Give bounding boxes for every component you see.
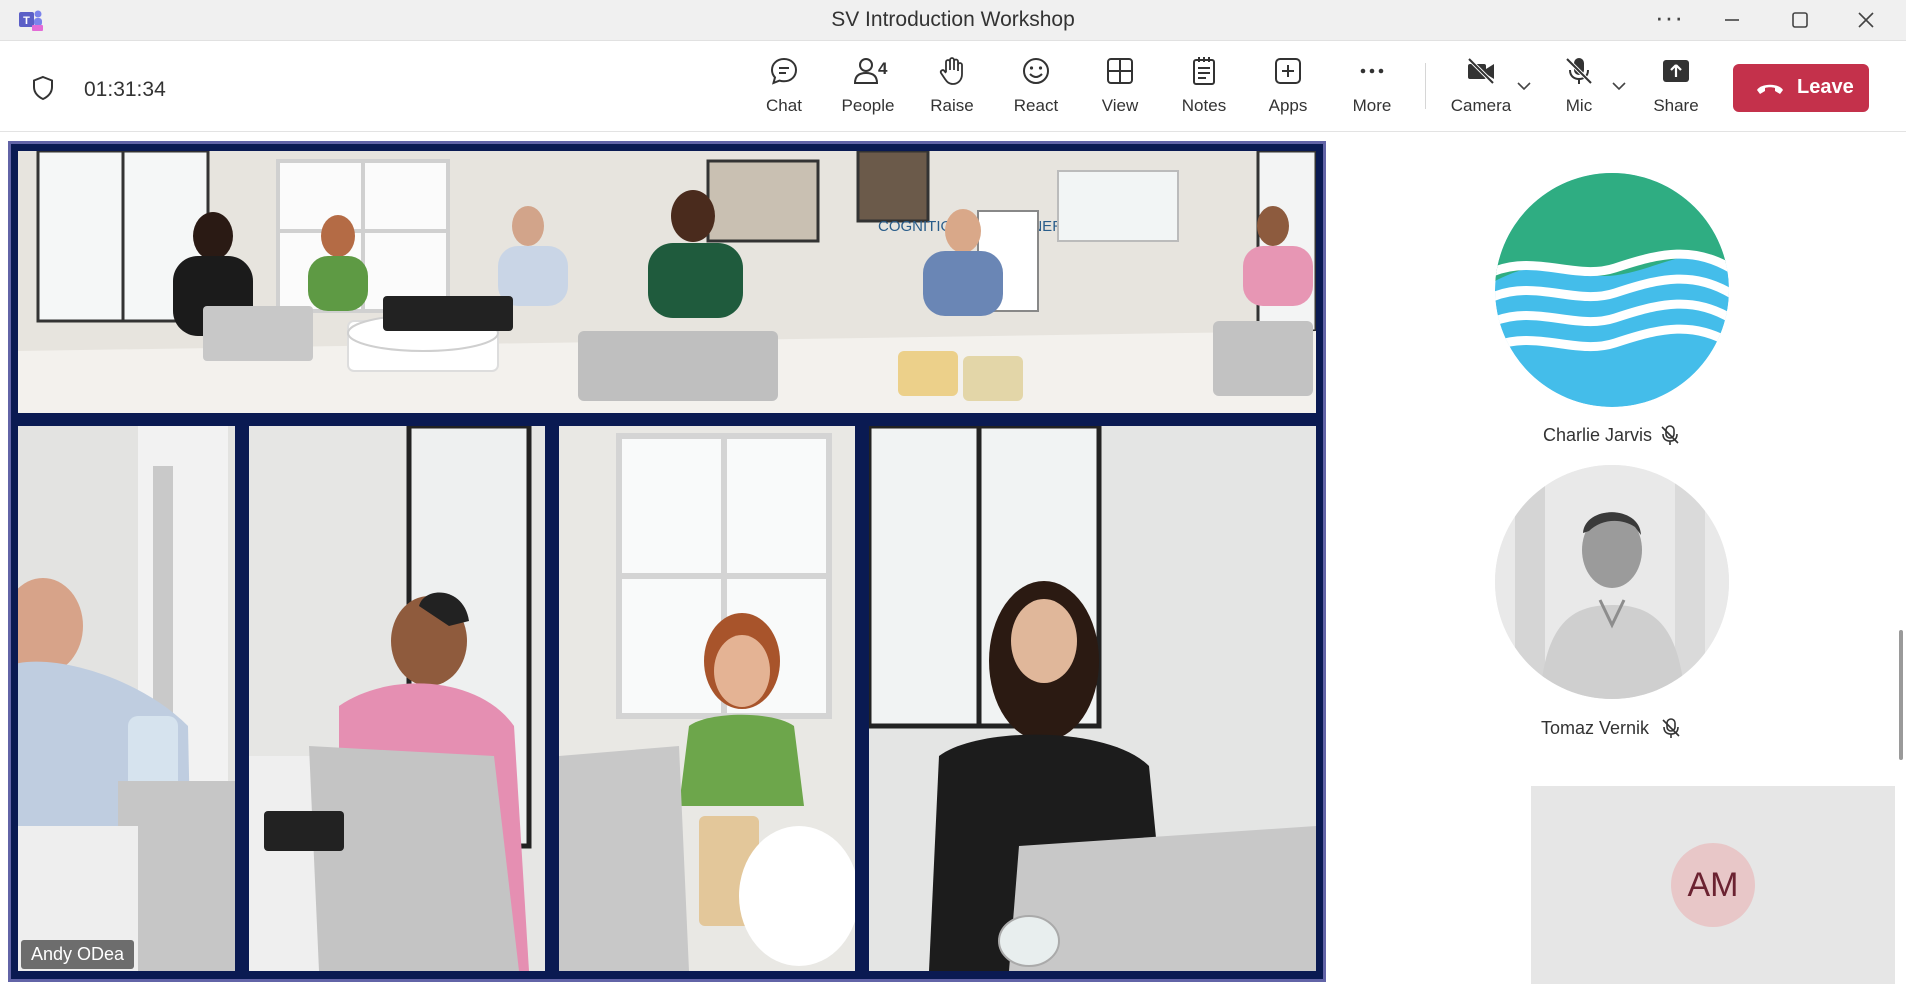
camera-button[interactable]: Camera (1441, 55, 1521, 121)
leave-label: Leave (1797, 76, 1854, 98)
view-icon (1107, 58, 1133, 84)
tomaz-photo-illustration (1495, 465, 1729, 699)
title-bar: T SV Introduction Workshop ··· (0, 0, 1906, 41)
notes-icon (1193, 57, 1215, 85)
camera-options-chevron-icon[interactable] (1515, 77, 1533, 95)
active-speaker-name: Andy ODea (21, 940, 135, 969)
more-label: More (1352, 96, 1392, 115)
self-view-tile[interactable]: AM (1531, 786, 1895, 984)
mic-options-chevron-icon[interactable] (1610, 77, 1628, 95)
mic-button[interactable]: Mic (1539, 55, 1619, 121)
react-label: React (1013, 96, 1059, 115)
title-more-icon[interactable]: ··· (1655, 2, 1684, 33)
chat-icon (770, 57, 798, 85)
apps-button[interactable]: Apps (1248, 55, 1328, 121)
video-tile-2 (249, 426, 545, 971)
raise-hand-button[interactable]: Raise (912, 55, 992, 121)
video-tile-1 (18, 426, 235, 971)
share-label: Share (1653, 96, 1699, 115)
chat-button[interactable]: Chat (744, 55, 824, 121)
share-button[interactable]: Share (1636, 55, 1716, 121)
more-button[interactable]: More (1332, 55, 1412, 121)
toolbar-divider (1425, 63, 1426, 109)
people-label: People (841, 96, 895, 115)
apps-label: Apps (1268, 96, 1308, 115)
notes-button[interactable]: Notes (1164, 55, 1244, 121)
person-black-top-illustration (869, 426, 1316, 971)
leave-button[interactable]: Leave (1733, 64, 1869, 112)
close-icon[interactable] (1852, 6, 1880, 34)
wave-logo-icon (1495, 173, 1729, 407)
minimize-icon[interactable] (1718, 6, 1746, 34)
shield-icon[interactable] (31, 75, 55, 101)
window-title: SV Introduction Workshop (831, 8, 1075, 31)
view-label: View (1101, 96, 1139, 115)
notes-label: Notes (1181, 96, 1227, 115)
person-light-blue-shirt-illustration (18, 426, 235, 971)
more-icon (1360, 68, 1384, 74)
view-button[interactable]: View (1080, 55, 1160, 121)
people-count: 4 (878, 59, 888, 78)
mic-label: Mic (1565, 96, 1593, 115)
raise-label: Raise (930, 96, 974, 115)
call-timer: 01:31:34 (84, 78, 166, 101)
participant-name: Charlie Jarvis (1543, 425, 1653, 445)
person-green-top-illustration (559, 426, 855, 971)
main-video-stage[interactable]: COGNITION CLEAN ENERGY (8, 141, 1326, 982)
person-pink-shirt-illustration (249, 426, 545, 971)
apps-icon (1275, 58, 1301, 84)
meeting-toolbar: 01:31:34 Chat 4 People Raise React View … (0, 41, 1906, 132)
panorama-video: COGNITION CLEAN ENERGY (18, 151, 1316, 413)
camera-label: Camera (1450, 96, 1512, 115)
maximize-icon[interactable] (1786, 6, 1814, 34)
mic-off-icon (1661, 425, 1679, 445)
mic-off-icon (1565, 57, 1593, 85)
chat-label: Chat (766, 96, 802, 115)
mic-off-icon (1662, 718, 1680, 738)
camera-off-icon (1467, 57, 1495, 85)
share-icon (1663, 60, 1689, 82)
room-panorama-illustration: COGNITION CLEAN ENERGY (18, 151, 1316, 413)
react-button[interactable]: React (996, 55, 1076, 121)
right-scrollbar[interactable] (1899, 630, 1903, 760)
people-button[interactable]: 4 People (828, 55, 908, 121)
video-tile-3 (559, 426, 855, 971)
video-tile-4 (869, 426, 1316, 971)
participant-name: Tomaz Vernik (1541, 718, 1650, 738)
raise-hand-icon (939, 57, 963, 85)
participant-avatar-tomaz[interactable] (1495, 465, 1729, 699)
participant-avatar-charlie[interactable] (1495, 173, 1729, 407)
phone-hangup-icon (1757, 84, 1783, 94)
avatar: AM (1671, 843, 1755, 927)
react-icon (1023, 58, 1049, 84)
